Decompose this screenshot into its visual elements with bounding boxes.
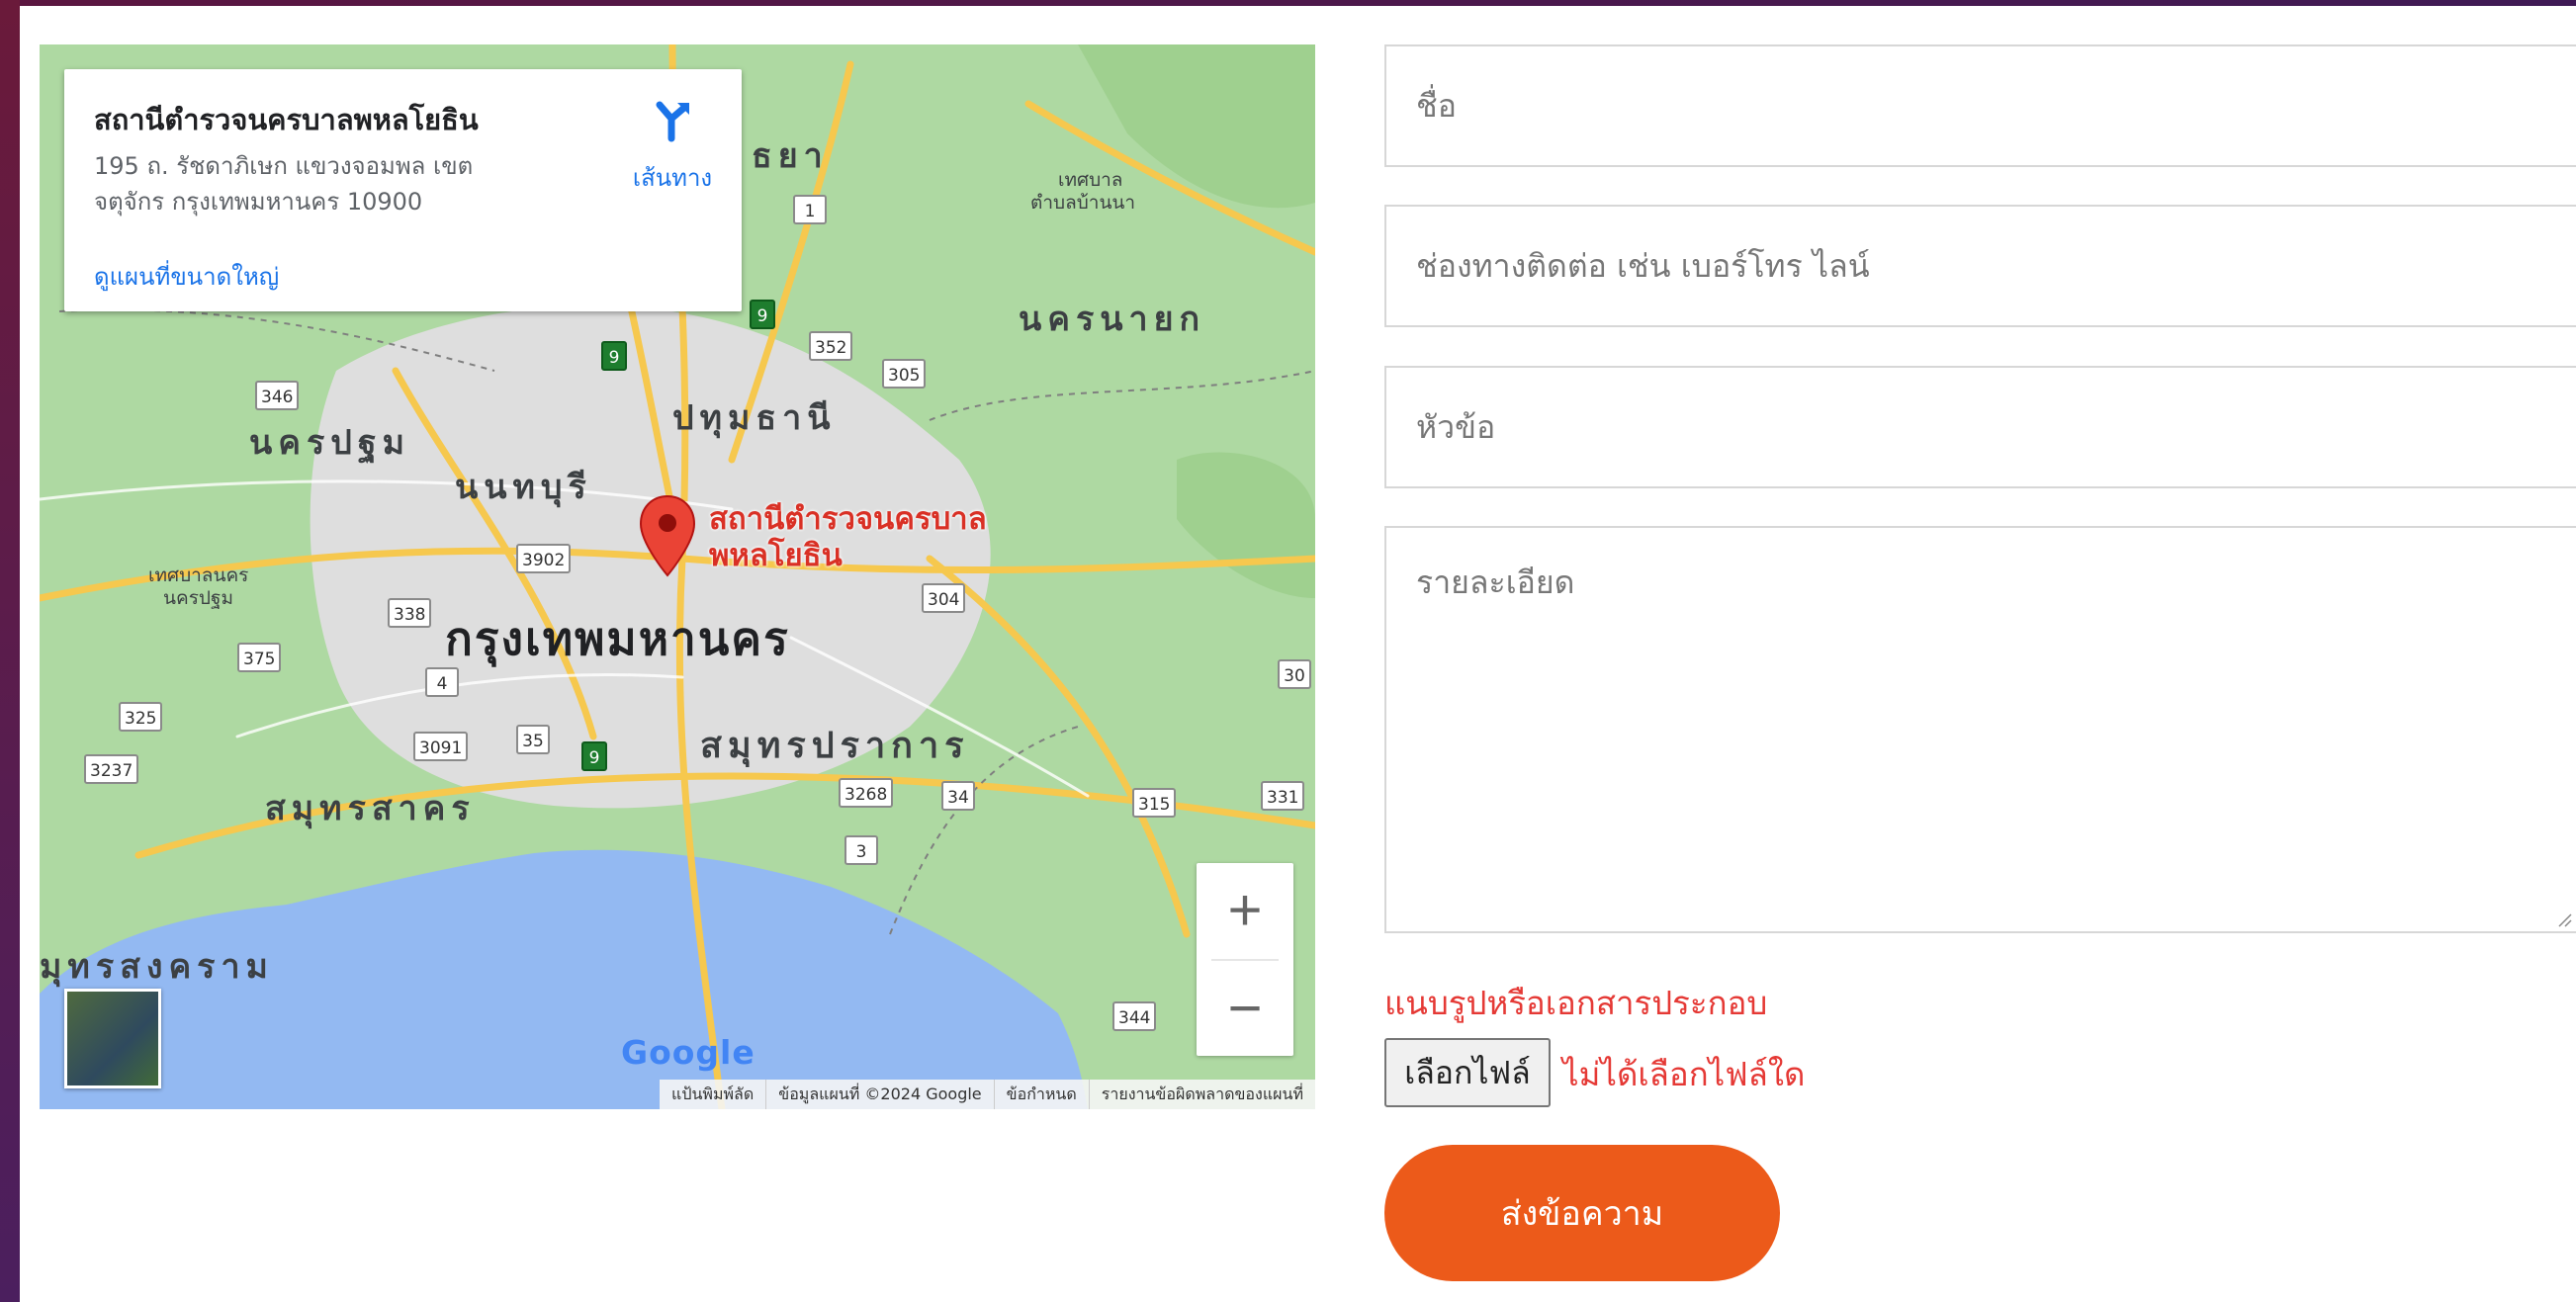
zoom-controls: + − — [1197, 863, 1293, 1056]
road-shield-338: 338 — [388, 598, 432, 628]
place-address: 195 ถ. รัชดาภิเษก แขวงจอมพล เขตจตุจักร ก… — [94, 152, 474, 216]
road-shield-352: 352 — [809, 331, 853, 361]
page-top-bar — [0, 0, 2576, 6]
directions-label: เส้นทาง — [632, 164, 713, 192]
google-logo: Google — [621, 1033, 755, 1072]
map-label-nakhon-nayok: นครนายก — [1019, 300, 1206, 339]
subject-field-wrapper — [1384, 366, 2576, 488]
pin-label-line-2: พหลโยธิน — [709, 538, 843, 573]
road-shield-3268: 3268 — [839, 778, 894, 808]
map-data-credit: ข้อมูลแผนที่ ©2024 Google — [765, 1080, 993, 1109]
road-shield-1: 1 — [793, 195, 827, 224]
page-left-edge — [0, 0, 20, 1302]
map-label-samut-sakhon: สมุทรสาคร — [265, 789, 476, 828]
road-shield-9: 9 — [601, 341, 627, 371]
road-shield-9: 9 — [581, 741, 607, 771]
terms-link[interactable]: ข้อกำหนด — [993, 1080, 1089, 1109]
directions-icon — [656, 101, 689, 142]
map-label-nakhon-pathom: นครปฐม — [249, 423, 411, 463]
pin-label: สถานีตำรวจนครบาล พหลโยธิน — [709, 501, 987, 574]
submit-button[interactable]: ส่งข้อความ — [1384, 1145, 1780, 1281]
google-logo-text: Google — [621, 1033, 755, 1072]
road-shield-346: 346 — [255, 381, 300, 410]
road-shield-9: 9 — [750, 300, 775, 329]
details-textarea[interactable] — [1386, 528, 2576, 931]
map-label-pathum-thani: ปทุมธานี — [672, 398, 837, 438]
satellite-layer-toggle[interactable] — [64, 989, 161, 1088]
resize-grip-icon[interactable] — [2556, 911, 2572, 927]
directions-button[interactable]: เส้นทาง — [618, 97, 727, 197]
name-field-wrapper — [1384, 44, 2576, 167]
zoom-in-button[interactable]: + — [1197, 863, 1293, 958]
road-shield-344: 344 — [1112, 1001, 1157, 1031]
contact-field-wrapper — [1384, 205, 2576, 327]
attach-label: แนบรูปหรือเอกสารประกอบ — [1384, 984, 1768, 1022]
name-input[interactable] — [1386, 46, 2576, 165]
embedded-map[interactable]: นครปฐม นนทบุรี ปทุมธานี กรุงเทพมหานคร สม… — [40, 44, 1315, 1109]
contact-input[interactable] — [1386, 207, 2576, 325]
location-pin-icon[interactable] — [638, 494, 697, 578]
map-attribution: แป้นพิมพ์ลัด ข้อมูลแผนที่ ©2024 Google ข… — [660, 1080, 1315, 1109]
subject-input[interactable] — [1386, 368, 2576, 486]
map-label-nonthaburi: นนทบุรี — [455, 468, 592, 507]
road-shield-3091: 3091 — [413, 732, 469, 761]
map-label-tambon-2: ตำบลบ้านนา — [1030, 192, 1136, 214]
road-shield-3: 3 — [844, 835, 878, 865]
details-field-wrapper — [1384, 526, 2576, 933]
road-shield-315: 315 — [1132, 788, 1177, 818]
map-label-municipality-np-2: นครปฐม — [163, 587, 233, 609]
pin-label-line-1: สถานีตำรวจนครบาล — [709, 501, 987, 537]
map-label-bangkok: กรุงเทพมหานคร — [445, 612, 790, 665]
zoom-out-button[interactable]: − — [1197, 961, 1293, 1056]
road-shield-30: 30 — [1278, 659, 1311, 689]
road-shield-305: 305 — [882, 359, 927, 389]
road-shield-375: 375 — [237, 643, 282, 672]
view-larger-map-link[interactable]: ดูแผนที่ขนาดใหญ่ — [94, 257, 279, 296]
road-shield-304: 304 — [922, 583, 966, 613]
road-shield-325: 325 — [119, 702, 163, 732]
map-label-samut-songkhram: มุทรสงคราม — [40, 947, 274, 987]
road-shield-34: 34 — [941, 781, 975, 811]
report-map-error-link[interactable]: รายงานข้อผิดพลาดของแผนที่ — [1088, 1080, 1315, 1109]
road-shield-3902: 3902 — [516, 544, 572, 573]
road-shield-4: 4 — [425, 667, 459, 697]
road-shield-3237: 3237 — [84, 754, 139, 784]
map-label-ayutthaya: ธยา — [752, 136, 829, 176]
road-shield-35: 35 — [516, 725, 550, 754]
choose-file-button[interactable]: เลือกไฟล์ — [1384, 1038, 1551, 1107]
file-status-text: ไม่ได้เลือกไฟล์ใด — [1562, 1055, 1806, 1093]
place-title: สถานีตำรวจนครบาลพหลโยธิน — [94, 103, 479, 136]
place-info-card: สถานีตำรวจนครบาลพหลโยธิน 195 ถ. รัชดาภิเ… — [64, 69, 742, 311]
map-label-samut-prakan: สมุทรปราการ — [700, 726, 970, 766]
keyboard-shortcuts-link[interactable]: แป้นพิมพ์ลัด — [660, 1080, 765, 1109]
road-shield-331: 331 — [1261, 781, 1305, 811]
